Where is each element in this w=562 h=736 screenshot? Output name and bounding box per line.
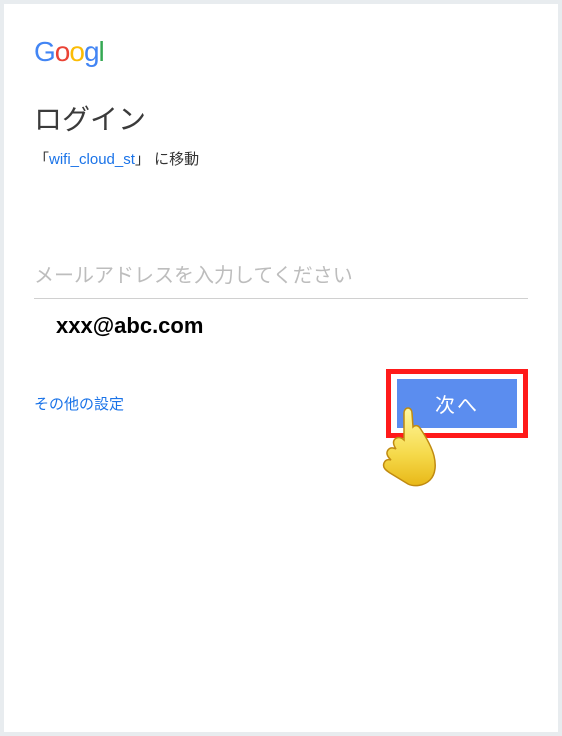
- next-button-highlight: 次へ: [386, 369, 528, 438]
- logo-letter: o: [55, 36, 70, 67]
- actions-row: その他の設定 次へ: [34, 369, 528, 438]
- google-logo: Googl: [34, 36, 528, 68]
- logo-letter: g: [84, 36, 99, 67]
- login-card: Googl ログイン 「wifi_cloud_st」 に移動 メールアドレスを入…: [4, 4, 558, 732]
- page-title: ログイン: [34, 98, 528, 138]
- email-value: xxx@abc.com: [56, 313, 528, 339]
- logo-letter: o: [69, 36, 84, 67]
- redirect-link[interactable]: wifi_cloud_st: [49, 151, 135, 168]
- next-button[interactable]: 次へ: [397, 379, 517, 428]
- redirect-prefix: 「: [34, 151, 49, 168]
- redirect-suffix: 」 に移動: [135, 151, 199, 168]
- logo-letter: G: [34, 36, 55, 67]
- logo-letter: l: [99, 36, 104, 67]
- redirect-text: 「wifi_cloud_st」 に移動: [34, 148, 528, 169]
- email-placeholder[interactable]: メールアドレスを入力してください: [34, 259, 528, 299]
- other-settings-link[interactable]: その他の設定: [34, 393, 124, 414]
- email-field-area: メールアドレスを入力してください xxx@abc.com: [34, 259, 528, 339]
